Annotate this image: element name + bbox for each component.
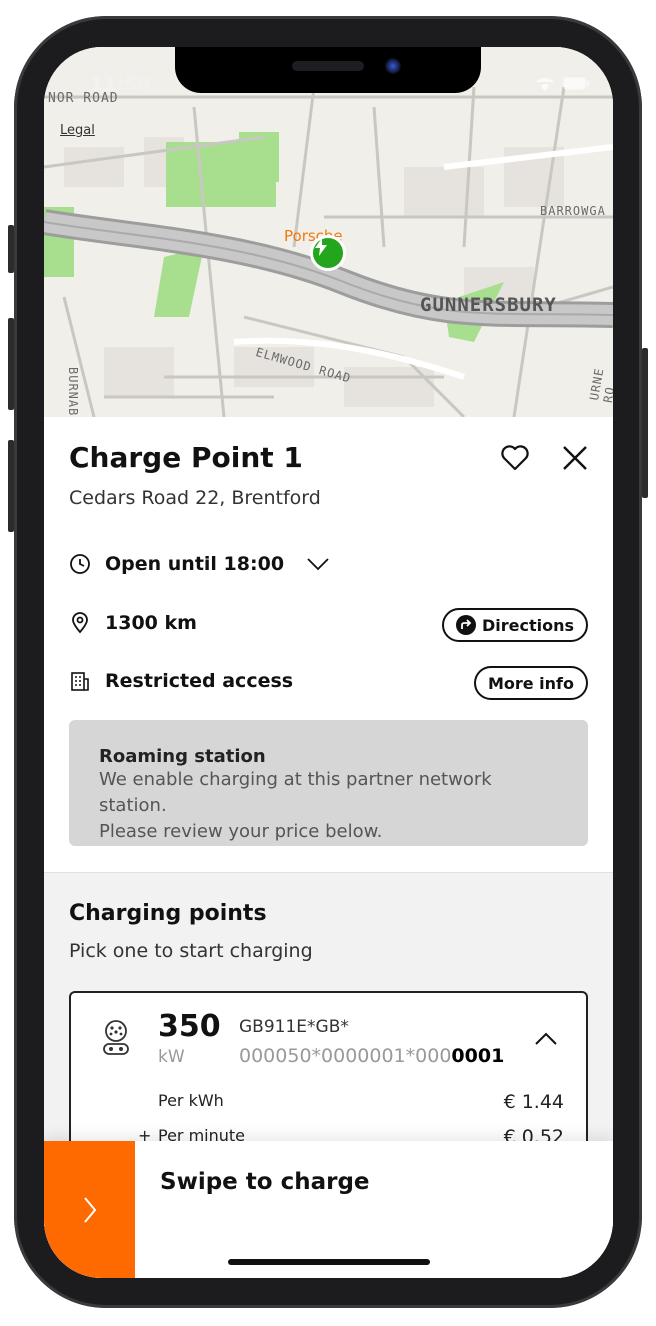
notch <box>175 47 481 93</box>
chevron-up-icon[interactable] <box>534 1027 558 1051</box>
building-icon <box>71 672 89 691</box>
more-info-button[interactable]: More info <box>473 666 588 700</box>
battery-icon <box>563 77 589 90</box>
distance-row: 1300 km <box>69 612 197 634</box>
status-icons <box>535 77 589 91</box>
evse-id-dim: 000050*0000001*000 <box>239 1045 452 1067</box>
opening-hours-text: Open until 18:00 <box>105 553 285 575</box>
ccs-connector-icon <box>103 1020 129 1055</box>
power-value: 350 <box>158 1009 221 1044</box>
swipe-handle[interactable] <box>44 1141 135 1278</box>
swipe-label: Swipe to charge <box>160 1169 370 1195</box>
evse-id-bold: 0001 <box>451 1045 505 1067</box>
volume-up-button <box>8 318 14 410</box>
distance-text: 1300 km <box>105 612 197 634</box>
phone-screen: NOR ROAD BARROWGA GUNNERSBURY ELMWOOD RO… <box>44 47 613 1278</box>
directions-icon <box>455 615 476 635</box>
map-label-thorne: URNE RO <box>587 366 613 404</box>
chevron-right-icon <box>83 1196 96 1223</box>
evse-id: 000050*0000001*0000001 <box>239 1045 504 1067</box>
roaming-line-2: Please review your price below. <box>99 821 383 842</box>
opening-hours-row[interactable]: Open until 18:00 <box>69 553 330 575</box>
wifi-icon <box>536 78 554 91</box>
price-row: Per kWh € 1.44 <box>158 1091 564 1113</box>
power-unit: kW <box>158 1047 185 1067</box>
charging-points-subtitle: Pick one to start charging <box>69 940 313 962</box>
speaker <box>292 61 364 71</box>
mute-switch <box>8 225 14 273</box>
legal-link[interactable]: Legal <box>60 123 95 138</box>
clock-icon <box>70 554 90 574</box>
map-label-barrowgate: BARROWGA <box>540 204 606 218</box>
access-row: Restricted access <box>69 670 293 692</box>
power-button <box>642 348 648 498</box>
front-camera <box>385 58 401 74</box>
evse-prefix: GB911E*GB* <box>239 1017 349 1037</box>
home-indicator[interactable] <box>228 1259 430 1265</box>
directions-button[interactable]: Directions <box>441 608 588 642</box>
swipe-to-charge-bar[interactable]: Swipe to charge <box>44 1141 613 1278</box>
directions-label: Directions <box>481 615 574 635</box>
map-view[interactable]: NOR ROAD BARROWGA GUNNERSBURY ELMWOOD RO… <box>44 47 613 417</box>
status-time: 11:59 <box>90 73 151 95</box>
price-value: € 1.44 <box>503 1091 564 1113</box>
charging-station-pin[interactable] <box>310 235 346 271</box>
map-label-burnaby: BURNAB <box>66 367 80 417</box>
heart-icon[interactable] <box>500 443 530 473</box>
roaming-title: Roaming station <box>99 746 266 767</box>
price-label: Per kWh <box>158 1091 224 1110</box>
station-address: Cedars Road 22, Brentford <box>69 487 321 509</box>
chevron-down-icon[interactable] <box>306 557 330 571</box>
roaming-notice: Roaming station We enable charging at th… <box>69 720 588 846</box>
close-icon[interactable] <box>560 443 590 473</box>
station-title: Charge Point 1 <box>69 441 303 474</box>
location-pin-icon <box>72 612 88 634</box>
access-text: Restricted access <box>105 670 294 692</box>
lightning-icon <box>315 238 327 256</box>
more-info-label: More info <box>487 673 574 693</box>
map-label-gunnersbury: GUNNERSBURY <box>420 294 557 316</box>
charging-points-title: Charging points <box>69 901 267 926</box>
volume-down-button <box>8 440 14 532</box>
roaming-line-1: We enable charging at this partner netwo… <box>99 769 492 816</box>
